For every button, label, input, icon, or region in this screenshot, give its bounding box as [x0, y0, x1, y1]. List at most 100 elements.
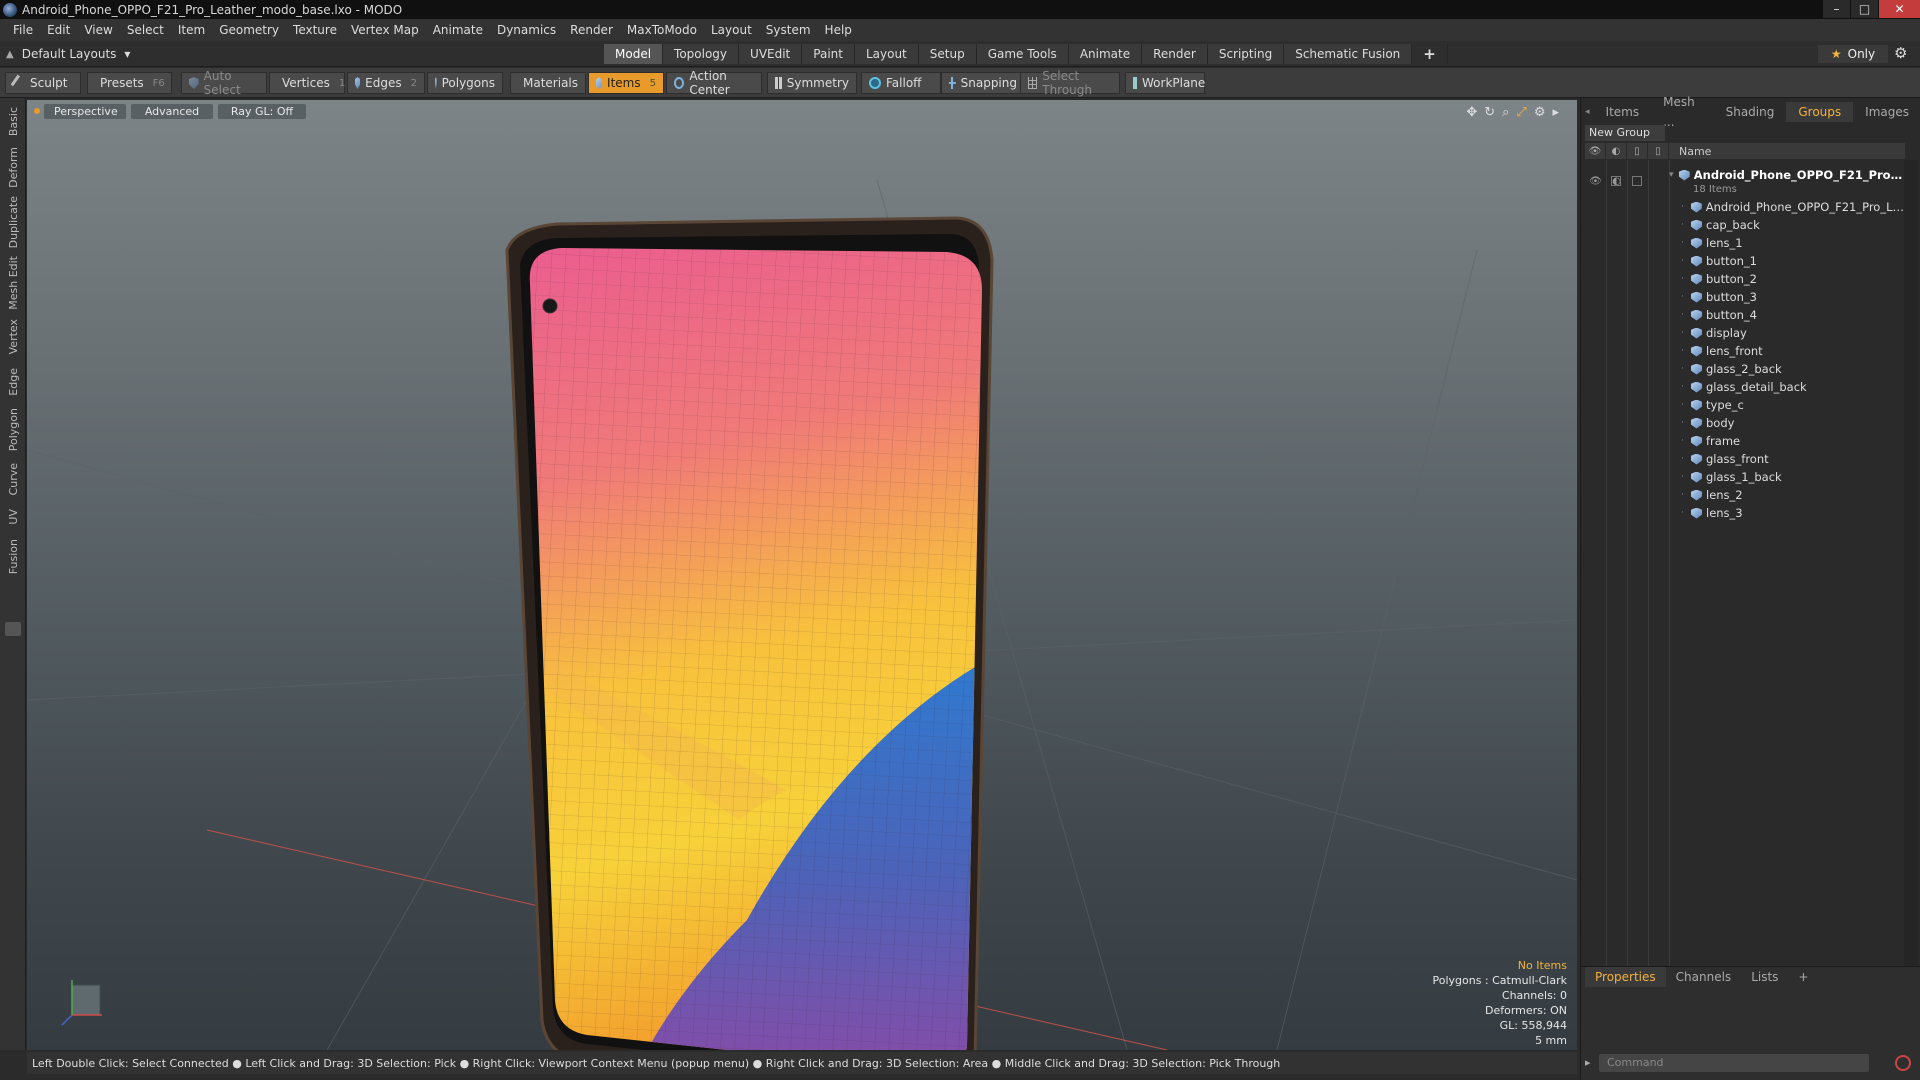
- group-item-row[interactable]: · glass_detail_back: [1669, 378, 1905, 396]
- vtab-edge[interactable]: Edge: [3, 364, 23, 400]
- group-item-row[interactable]: · button_2: [1669, 270, 1905, 288]
- edges-button[interactable]: Edges 2: [347, 72, 425, 94]
- menu-view[interactable]: View: [77, 19, 119, 41]
- command-history-button[interactable]: [1895, 1055, 1911, 1071]
- tab-game-tools[interactable]: Game Tools: [976, 44, 1069, 64]
- auto-select-button[interactable]: Auto Select: [181, 69, 267, 97]
- command-expand-icon[interactable]: ▸: [1585, 1056, 1591, 1069]
- vtab-uv[interactable]: UV: [3, 504, 23, 530]
- tab-groups[interactable]: Groups: [1786, 102, 1854, 122]
- tab-shading[interactable]: Shading: [1714, 102, 1787, 122]
- menu-help[interactable]: Help: [818, 19, 859, 41]
- viewport-options-icon[interactable]: [34, 108, 40, 114]
- vtab-vertex[interactable]: Vertex: [3, 316, 23, 358]
- tab-properties[interactable]: Properties: [1585, 967, 1666, 987]
- group-item-row[interactable]: · lens_3: [1669, 504, 1905, 522]
- zoom-view-icon[interactable]: ⌕: [1502, 105, 1509, 120]
- vtab-basic[interactable]: Basic: [3, 104, 23, 140]
- shading-mode-button[interactable]: Advanced: [131, 104, 213, 119]
- command-input[interactable]: Command: [1599, 1054, 1869, 1072]
- close-button[interactable]: ✕: [1878, 0, 1920, 18]
- tab-topology[interactable]: Topology: [663, 44, 740, 64]
- menu-select[interactable]: Select: [120, 19, 171, 41]
- lock-col-icon[interactable]: ▯: [1627, 143, 1648, 159]
- name-column-header[interactable]: Name: [1679, 145, 1711, 158]
- tab-items[interactable]: Items: [1594, 102, 1652, 122]
- group-item-row[interactable]: · lens_front: [1669, 342, 1905, 360]
- menu-geometry[interactable]: Geometry: [212, 19, 286, 41]
- fit-view-icon[interactable]: ⤢: [1516, 105, 1526, 120]
- group-item-row[interactable]: · lens_2: [1669, 486, 1905, 504]
- render-col-icon[interactable]: ◐: [1606, 143, 1627, 159]
- materials-button[interactable]: Materials: [510, 72, 586, 94]
- group-item-row[interactable]: · body: [1669, 414, 1905, 432]
- vtab-polygon[interactable]: Polygon: [3, 406, 23, 454]
- group-item-row[interactable]: · glass_2_back: [1669, 360, 1905, 378]
- group-lock-checkbox[interactable]: [1611, 176, 1621, 186]
- tab-render[interactable]: Render: [1142, 44, 1208, 64]
- tab-scripting[interactable]: Scripting: [1207, 44, 1285, 64]
- group-item-row[interactable]: · glass_1_back: [1669, 468, 1905, 486]
- minimize-button[interactable]: –: [1822, 0, 1850, 18]
- menu-edit[interactable]: Edit: [40, 19, 77, 41]
- tab-paint[interactable]: Paint: [802, 44, 855, 64]
- gear-icon[interactable]: ⚙: [1894, 44, 1907, 62]
- panel-menu-icon[interactable]: ◂: [1585, 107, 1590, 117]
- vtab-deform[interactable]: Deform: [3, 146, 23, 188]
- 3d-viewport[interactable]: Perspective Advanced Ray GL: Off ✥ ↻ ⌕ ⤢…: [27, 100, 1577, 1050]
- group-item-row[interactable]: · lens_1: [1669, 234, 1905, 252]
- group-item-row[interactable]: · glass_front: [1669, 450, 1905, 468]
- group-item-row[interactable]: · Android_Phone_OPPO_F21_Pro_L ...: [1669, 198, 1905, 216]
- items-button[interactable]: Items 5: [588, 72, 664, 94]
- menu-vertex-map[interactable]: Vertex Map: [344, 19, 426, 41]
- view-mode-button[interactable]: Perspective: [44, 104, 126, 119]
- group-list-scrollbar[interactable]: [1904, 160, 1918, 1050]
- group-item-row[interactable]: · display: [1669, 324, 1905, 342]
- group-item-row[interactable]: · button_1: [1669, 252, 1905, 270]
- menu-system[interactable]: System: [759, 19, 818, 41]
- new-group-button[interactable]: New Group: [1585, 125, 1665, 141]
- menu-item[interactable]: Item: [171, 19, 212, 41]
- menu-animate[interactable]: Animate: [426, 19, 490, 41]
- add-tab-button[interactable]: +: [1412, 44, 1448, 64]
- only-toggle[interactable]: ★ Only: [1818, 45, 1888, 63]
- visibility-col-icon[interactable]: 👁: [1585, 143, 1606, 159]
- layout-selector[interactable]: ▲ Default Layouts ▾: [6, 45, 130, 63]
- menu-render[interactable]: Render: [563, 19, 620, 41]
- tab-lists[interactable]: Lists: [1741, 967, 1788, 987]
- group-item-row[interactable]: · type_c: [1669, 396, 1905, 414]
- maximize-button[interactable]: □: [1850, 0, 1878, 18]
- menu-dynamics[interactable]: Dynamics: [490, 19, 563, 41]
- select-through-button[interactable]: Select Through: [1020, 69, 1120, 97]
- tab-images[interactable]: Images: [1853, 102, 1920, 122]
- vtab-curve[interactable]: Curve: [3, 460, 23, 498]
- viewport-gear-icon[interactable]: ⚙: [1534, 105, 1546, 120]
- group-item-row[interactable]: · button_4: [1669, 306, 1905, 324]
- sculpt-button[interactable]: Sculpt: [5, 72, 81, 94]
- select-col-icon[interactable]: ▯: [1648, 143, 1669, 159]
- vtab-fusion[interactable]: Fusion: [3, 536, 23, 578]
- presets-button[interactable]: Presets F6: [87, 72, 172, 94]
- vtab-mesh-edit[interactable]: Mesh Edit: [3, 256, 23, 310]
- move-view-icon[interactable]: ✥: [1466, 105, 1477, 120]
- collapse-icon[interactable]: ▾: [1669, 170, 1679, 180]
- falloff-button[interactable]: Falloff: [861, 72, 941, 94]
- tab-animate[interactable]: Animate: [1068, 44, 1143, 64]
- tab-channels[interactable]: Channels: [1666, 967, 1742, 987]
- action-center-button[interactable]: Action Center: [666, 69, 762, 97]
- menu-texture[interactable]: Texture: [286, 19, 344, 41]
- workplane-button[interactable]: WorkPlane: [1125, 72, 1205, 94]
- tab-layout[interactable]: Layout: [854, 44, 919, 64]
- group-item-row[interactable]: · cap_back: [1669, 216, 1905, 234]
- group-visibility-icon[interactable]: 👁: [1585, 172, 1606, 190]
- vertices-button[interactable]: Vertices 1: [269, 72, 345, 94]
- group-item-row[interactable]: · frame: [1669, 432, 1905, 450]
- tab-uvedit[interactable]: UVEdit: [739, 44, 803, 64]
- group-item-row[interactable]: · button_3: [1669, 288, 1905, 306]
- group-select-checkbox[interactable]: [1632, 176, 1642, 186]
- raygl-button[interactable]: Ray GL: Off: [218, 104, 306, 119]
- symmetry-button[interactable]: Symmetry: [767, 72, 857, 94]
- viewport-expand-icon[interactable]: ▸: [1552, 105, 1559, 120]
- menu-maxtomodo[interactable]: MaxToModo: [620, 19, 704, 41]
- rotate-view-icon[interactable]: ↻: [1484, 105, 1495, 120]
